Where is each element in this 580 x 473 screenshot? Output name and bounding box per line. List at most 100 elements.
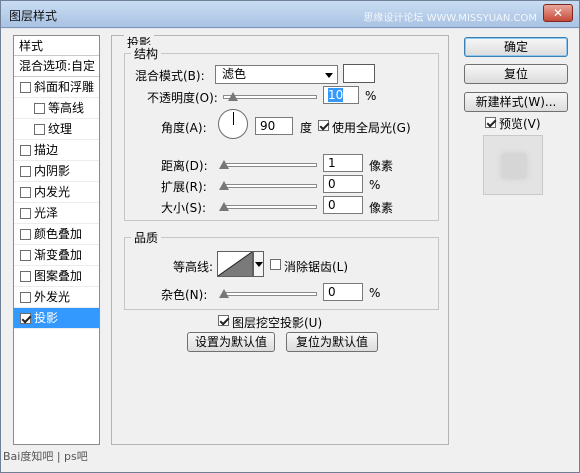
noise-label: 杂色(N): <box>161 288 208 302</box>
style-item-checkbox[interactable] <box>20 271 31 282</box>
styles-header[interactable]: 样式 <box>14 36 99 56</box>
style-item-label: 投影 <box>34 311 59 325</box>
blend-mode-select[interactable]: 滤色 <box>215 65 338 84</box>
knockout-checkbox[interactable] <box>218 315 229 326</box>
contour-picker[interactable] <box>217 251 253 277</box>
spread-slider[interactable] <box>219 181 317 190</box>
style-item-label: 外发光 <box>34 290 71 304</box>
style-item[interactable]: 斜面和浮雕 <box>14 77 99 98</box>
spread-slider-thumb[interactable] <box>219 181 229 190</box>
shadow-color-swatch[interactable] <box>343 64 375 83</box>
style-item[interactable]: 投影 <box>14 308 99 329</box>
distance-label: 距离(D): <box>161 159 208 173</box>
opacity-label: 不透明度(O): <box>147 91 218 105</box>
style-item-label: 光泽 <box>34 206 59 220</box>
style-item[interactable]: 描边 <box>14 140 99 161</box>
style-item-label: 颜色叠加 <box>34 227 83 241</box>
style-item-label: 描边 <box>34 143 59 157</box>
style-item[interactable]: 内阴影 <box>14 161 99 182</box>
angle-label: 角度(A): <box>161 121 207 135</box>
style-item-checkbox[interactable] <box>20 82 31 93</box>
style-item-checkbox[interactable] <box>20 250 31 261</box>
blend-options-item[interactable]: 混合选项:自定 <box>14 56 99 77</box>
spread-label: 扩展(R): <box>161 180 207 194</box>
opacity-value: 10 <box>328 88 344 102</box>
spread-input[interactable]: 0 <box>323 175 363 193</box>
noise-unit: % <box>369 286 381 300</box>
style-item[interactable]: 纹理 <box>14 119 99 140</box>
style-item-checkbox[interactable] <box>20 208 31 219</box>
noise-slider[interactable] <box>219 289 317 298</box>
distance-slider-thumb[interactable] <box>219 160 229 169</box>
style-item-label: 等高线 <box>48 101 85 115</box>
anti-alias-label: 消除锯齿(L) <box>284 260 349 274</box>
opacity-slider[interactable] <box>223 92 317 101</box>
watermark-text: 思缘设计论坛 WWW.MISSYUAN.COM <box>363 13 537 24</box>
close-icon: ✕ <box>552 6 564 20</box>
style-item-label: 图案叠加 <box>34 269 83 283</box>
style-item-checkbox[interactable] <box>34 124 45 135</box>
style-item-checkbox[interactable] <box>20 187 31 198</box>
title-bar[interactable]: 图层样式 思缘设计论坛 WWW.MISSYUAN.COM ✕ <box>1 1 579 28</box>
size-slider[interactable] <box>219 202 317 211</box>
contour-label: 等高线: <box>173 260 214 274</box>
style-item[interactable]: 光泽 <box>14 203 99 224</box>
style-item-label: 斜面和浮雕 <box>34 80 95 94</box>
style-item-checkbox[interactable] <box>20 292 31 303</box>
style-item-checkbox[interactable] <box>34 103 45 114</box>
new-style-button[interactable]: 新建样式(W)... <box>464 92 568 112</box>
preview-swatch <box>502 154 526 178</box>
style-item-label: 内发光 <box>34 185 71 199</box>
global-light-checkbox[interactable] <box>318 120 329 131</box>
knockout-label: 图层挖空投影(U) <box>232 316 323 330</box>
noise-input[interactable]: 0 <box>323 283 363 301</box>
distance-slider[interactable] <box>219 160 317 169</box>
ok-button[interactable]: 确定 <box>464 37 568 57</box>
chevron-down-icon <box>325 73 333 78</box>
preview-thumbnail <box>483 135 543 195</box>
footer-watermark: Bai度知吧 | ps吧 <box>3 450 88 463</box>
dialog-body: 样式 混合选项:自定 斜面和浮雕等高线纹理描边内阴影内发光光泽颜色叠加渐变叠加图… <box>1 29 579 472</box>
style-item-checkbox[interactable] <box>20 145 31 156</box>
distance-input[interactable]: 1 <box>323 154 363 172</box>
angle-dial[interactable] <box>218 109 248 139</box>
preview-label: 预览(V) <box>499 117 541 131</box>
style-item[interactable]: 外发光 <box>14 287 99 308</box>
style-item-checkbox[interactable] <box>20 229 31 240</box>
style-item[interactable]: 渐变叠加 <box>14 245 99 266</box>
preview-checkbox[interactable] <box>485 117 496 128</box>
make-default-button[interactable]: 设置为默认值 <box>187 332 275 352</box>
style-item-checkbox[interactable] <box>20 313 31 324</box>
reset-default-button[interactable]: 复位为默认值 <box>286 332 378 352</box>
style-item[interactable]: 颜色叠加 <box>14 224 99 245</box>
style-items: 斜面和浮雕等高线纹理描边内阴影内发光光泽颜色叠加渐变叠加图案叠加外发光投影 <box>14 77 99 329</box>
reset-button[interactable]: 复位 <box>464 64 568 84</box>
style-item[interactable]: 等高线 <box>14 98 99 119</box>
distance-unit: 像素 <box>369 159 394 173</box>
structure-title: 结构 <box>131 45 162 62</box>
anti-alias-checkbox[interactable] <box>270 259 281 270</box>
opacity-input[interactable]: 10 <box>323 86 359 104</box>
angle-input[interactable]: 90 <box>255 117 293 135</box>
quality-title: 品质 <box>131 229 162 246</box>
structure-group: 结构 混合模式(B): 滤色 不透明度(O): 10 % 角度(A): 90 度 <box>124 45 439 221</box>
window-title: 图层样式 <box>9 9 58 23</box>
drop-shadow-panel: 投影 结构 混合模式(B): 滤色 不透明度(O): 10 % 角度(A): 9… <box>111 34 449 445</box>
contour-curve-icon <box>217 251 253 277</box>
style-item-checkbox[interactable] <box>20 166 31 177</box>
size-input[interactable]: 0 <box>323 196 363 214</box>
layer-style-dialog: 图层样式 思缘设计论坛 WWW.MISSYUAN.COM ✕ 样式 混合选项:自… <box>0 0 580 473</box>
opacity-slider-thumb[interactable] <box>228 92 239 101</box>
noise-slider-thumb[interactable] <box>219 289 229 298</box>
opacity-unit: % <box>365 89 377 103</box>
contour-dropdown-button[interactable] <box>253 251 264 277</box>
close-button[interactable]: ✕ <box>543 4 573 22</box>
style-item[interactable]: 图案叠加 <box>14 266 99 287</box>
style-item-label: 纹理 <box>48 122 73 136</box>
style-item[interactable]: 内发光 <box>14 182 99 203</box>
size-unit: 像素 <box>369 201 394 215</box>
blend-mode-label: 混合模式(B): <box>135 69 205 83</box>
spread-unit: % <box>369 178 381 192</box>
size-slider-thumb[interactable] <box>219 202 229 211</box>
style-item-label: 渐变叠加 <box>34 248 83 262</box>
